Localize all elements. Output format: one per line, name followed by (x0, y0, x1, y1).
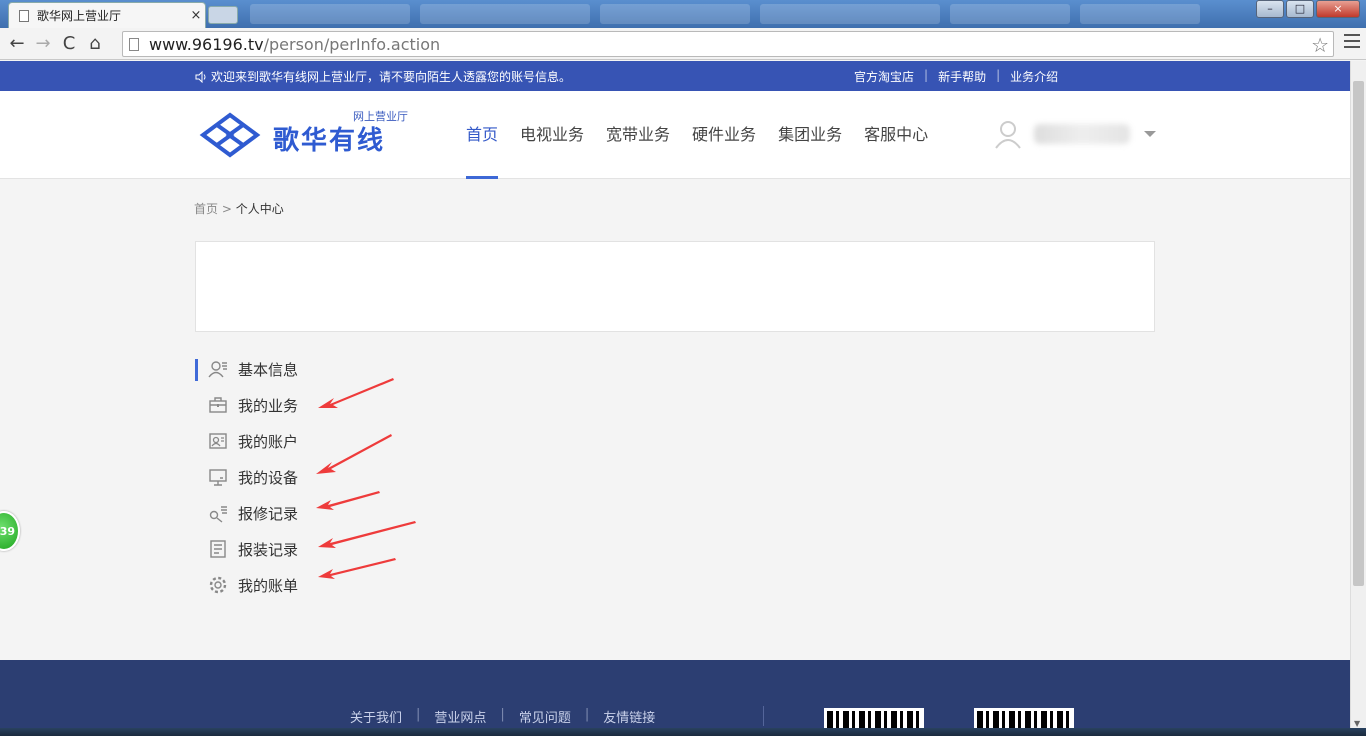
chevron-down-icon[interactable] (1144, 131, 1156, 137)
url-host: www.96196.tv (149, 34, 264, 54)
background-tabs-blurred (250, 4, 410, 24)
forward-button[interactable]: → (30, 31, 56, 57)
address-bar[interactable]: www.96196.tv/person/perInfo.action ☆ (122, 31, 1334, 57)
top-link-help[interactable]: 新手帮助 (938, 68, 986, 85)
scroll-down-arrow-icon[interactable]: ▼ (1354, 719, 1360, 728)
briefcase-icon (207, 394, 229, 416)
site-footer: 关于我们 | 营业网点 | 常见问题 | 友情链接 (0, 660, 1350, 736)
site-topbar: 欢迎来到歌华有线网上营业厅，请不要向陌生人透露您的账号信息。 官方淘宝店 | 新… (0, 61, 1350, 91)
menu-item-my-account[interactable]: 我的账户 (195, 423, 415, 459)
separator: | (416, 707, 421, 722)
welcome-text: 欢迎来到歌华有线网上营业厅，请不要向陌生人透露您的账号信息。 (211, 70, 572, 84)
welcome-notice: 欢迎来到歌华有线网上营业厅，请不要向陌生人透露您的账号信息。 (195, 68, 571, 85)
main-nav: 首页 电视业务 宽带业务 硬件业务 集团业务 客服中心 (466, 91, 950, 179)
site-header: 网上营业厅 歌华有线 首页 电视业务 宽带业务 硬件业务 集团业务 客服中心 (0, 91, 1350, 179)
background-tabs-blurred (1080, 4, 1200, 24)
nav-customer-service[interactable]: 客服中心 (864, 91, 928, 179)
separator: | (996, 68, 1001, 82)
wrench-icon (207, 502, 229, 524)
maximize-button[interactable]: □ (1286, 0, 1314, 18)
bookmark-star-icon[interactable]: ☆ (1311, 33, 1329, 57)
footer-link-about[interactable]: 关于我们 (350, 707, 402, 726)
menu-item-label: 我的账单 (238, 576, 299, 595)
personal-center-menu: 基本信息 我的业务 我的账户 我的设备 报修记录 报装记录 我的账单 (195, 351, 415, 603)
document-icon (207, 538, 229, 560)
top-links: 官方淘宝店 | 新手帮助 | 业务介绍 (854, 68, 1058, 85)
separator: | (924, 68, 929, 82)
scrollbar-thumb[interactable] (1353, 81, 1364, 586)
background-tabs-blurred (600, 4, 750, 24)
nav-hardware[interactable]: 硬件业务 (692, 91, 756, 179)
browser-menu-icon[interactable] (1344, 34, 1360, 48)
window-controls: – □ × (1256, 0, 1360, 18)
minimize-button[interactable]: – (1256, 0, 1284, 18)
menu-item-install-records[interactable]: 报装记录 (195, 531, 415, 567)
nav-broadband[interactable]: 宽带业务 (606, 91, 670, 179)
os-taskbar (0, 728, 1366, 736)
user-info-icon (207, 358, 229, 380)
logo-subtitle: 网上营业厅 (353, 109, 408, 123)
menu-item-my-devices[interactable]: 我的设备 (195, 459, 415, 495)
user-avatar-icon (995, 121, 1021, 149)
page-scrollbar[interactable]: ▼ (1350, 61, 1366, 736)
menu-item-basic-info[interactable]: 基本信息 (195, 351, 415, 387)
separator: | (584, 707, 590, 722)
tab-title: 歌华网上营业厅 (37, 9, 122, 23)
id-card-icon (207, 430, 229, 452)
user-menu[interactable] (994, 119, 1156, 149)
top-link-intro[interactable]: 业务介绍 (1010, 68, 1058, 85)
new-tab-button[interactable] (208, 6, 238, 24)
menu-item-label: 我的业务 (238, 396, 299, 415)
browser-toolbar: ← → C ⌂ www.96196.tv/person/perInfo.acti… (0, 28, 1366, 60)
menu-item-label: 报修记录 (238, 504, 299, 523)
site-logo[interactable]: 网上营业厅 歌华有线 (195, 110, 408, 159)
logo-text: 网上营业厅 歌华有线 (273, 110, 408, 157)
url-path: /person/perInfo.action (263, 34, 441, 54)
browser-tabbar: 歌华网上营业厅 × – □ × (0, 0, 1366, 28)
menu-item-repair-records[interactable]: 报修记录 (195, 495, 415, 531)
menu-item-label: 基本信息 (238, 360, 299, 379)
menu-item-my-bills[interactable]: 我的账单 (195, 567, 415, 603)
page-icon (129, 37, 139, 51)
top-link-taobao[interactable]: 官方淘宝店 (854, 68, 914, 85)
breadcrumb-current: 个人中心 (235, 202, 284, 216)
footer-link-outlets[interactable]: 营业网点 (434, 707, 486, 726)
background-tabs-blurred (760, 4, 940, 24)
gear-icon (207, 574, 229, 596)
browser-tab-active[interactable]: 歌华网上营业厅 × (8, 2, 206, 28)
nav-enterprise[interactable]: 集团业务 (778, 91, 842, 179)
logo-mark-icon (199, 112, 261, 158)
back-button[interactable]: ← (4, 31, 30, 57)
background-tabs-blurred (420, 4, 590, 24)
home-button[interactable]: ⌂ (82, 31, 108, 57)
username-redacted (1034, 124, 1130, 144)
menu-item-label: 我的设备 (238, 468, 299, 487)
speaker-icon (195, 70, 206, 83)
monitor-icon (207, 466, 229, 488)
tab-close-icon[interactable]: × (187, 8, 205, 23)
reload-button[interactable]: C (56, 31, 82, 57)
footer-link-friends[interactable]: 友情链接 (603, 707, 655, 726)
close-window-button[interactable]: × (1316, 0, 1360, 18)
separator: | (500, 707, 505, 722)
menu-item-my-services[interactable]: 我的业务 (195, 387, 415, 423)
breadcrumb: 首页 > 个人中心 (194, 200, 284, 217)
logo-title: 歌华有线 (273, 125, 386, 156)
profile-info-panel (195, 241, 1155, 332)
nav-home[interactable]: 首页 (466, 91, 499, 179)
menu-item-label: 报装记录 (238, 540, 299, 559)
footer-links: 关于我们 | 营业网点 | 常见问题 | 友情链接 (350, 707, 655, 726)
footer-link-faq[interactable]: 常见问题 (519, 707, 571, 726)
menu-item-label: 我的账户 (238, 432, 299, 451)
breadcrumb-home[interactable]: 首页 (194, 202, 218, 216)
footer-divider (763, 706, 764, 726)
page-icon (19, 9, 29, 22)
background-tabs-blurred (950, 4, 1070, 24)
floating-counter-badge[interactable]: 39 (0, 511, 20, 551)
breadcrumb-separator: > (221, 202, 232, 216)
nav-tv-services[interactable]: 电视业务 (520, 91, 584, 179)
